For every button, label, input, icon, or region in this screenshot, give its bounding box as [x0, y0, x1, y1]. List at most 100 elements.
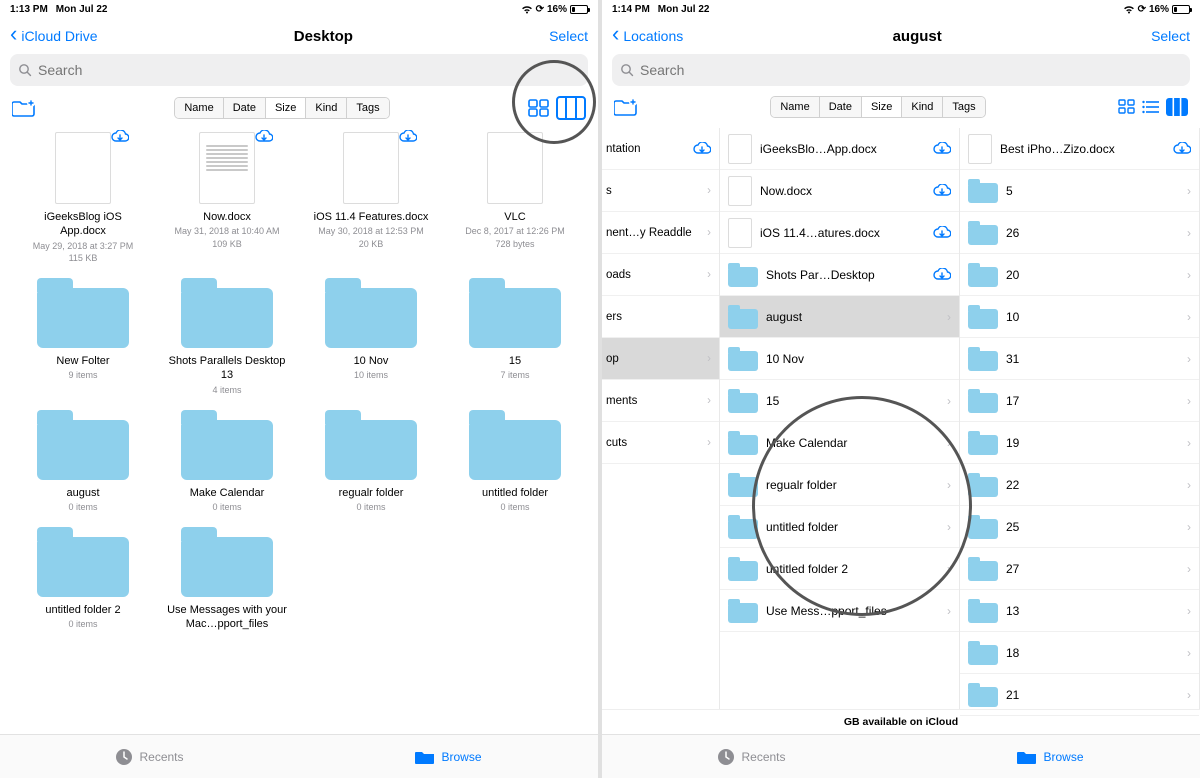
cloud-download-icon[interactable]	[933, 226, 951, 240]
folder-item[interactable]: New Folter9 items	[14, 274, 152, 395]
folder-icon	[728, 347, 758, 371]
grid-view-icon[interactable]	[1118, 99, 1136, 115]
folder-item[interactable]: Use Messages with your Mac…pport_files	[158, 523, 296, 632]
back-button[interactable]: iCloud Drive	[10, 28, 98, 44]
search-input[interactable]	[640, 62, 1182, 78]
new-folder-icon[interactable]	[614, 97, 638, 117]
folder-row[interactable]: 17›	[960, 380, 1199, 422]
select-button[interactable]: Select	[549, 28, 588, 44]
folder-row[interactable]: august›	[720, 296, 959, 338]
list-row[interactable]: s›	[602, 170, 719, 212]
cloud-download-icon[interactable]	[933, 184, 951, 198]
file-row[interactable]: Now.docx	[720, 170, 959, 212]
folder-row[interactable]: Make Calendar›	[720, 422, 959, 464]
sort-name[interactable]: Name	[175, 98, 223, 118]
folder-row[interactable]: 31›	[960, 338, 1199, 380]
folder-row[interactable]: untitled folder›	[720, 506, 959, 548]
file-row[interactable]: Best iPho…Zizo.docx	[960, 128, 1199, 170]
folder-icon	[968, 557, 998, 581]
folder-item[interactable]: 157 items	[446, 274, 584, 395]
cloud-download-icon[interactable]	[933, 268, 951, 282]
sort-name[interactable]: Name	[771, 97, 819, 117]
icon-view-icon[interactable]	[528, 99, 550, 117]
sort-tags[interactable]: Tags	[943, 97, 984, 117]
folder-item[interactable]: august0 items	[14, 406, 152, 513]
folder-row[interactable]: 5›	[960, 170, 1199, 212]
sort-size[interactable]: Size	[266, 98, 306, 118]
folder-item[interactable]: 10 Nov10 items	[302, 274, 440, 395]
folder-item[interactable]: Shots Parallels Desktop 134 items	[158, 274, 296, 395]
status-day: Mon Jul 22	[56, 4, 108, 15]
folder-row[interactable]: 27›	[960, 548, 1199, 590]
sort-size[interactable]: Size	[862, 97, 902, 117]
cloud-download-icon[interactable]	[111, 130, 129, 144]
folder-row[interactable]: 20›	[960, 254, 1199, 296]
cloud-download-icon[interactable]	[399, 130, 417, 144]
list-row[interactable]: ers	[602, 296, 719, 338]
folder-row[interactable]: Shots Par…Desktop	[720, 254, 959, 296]
list-row[interactable]: nent…y Readdle›	[602, 212, 719, 254]
folder-row[interactable]: Use Mess…pport_files›	[720, 590, 959, 632]
search-bar[interactable]	[612, 54, 1190, 86]
row-label: Now.docx	[760, 184, 925, 198]
folder-icon	[415, 749, 435, 765]
folder-icon	[728, 389, 758, 413]
list-row[interactable]: ntation	[602, 128, 719, 170]
recents-tab[interactable]: Recents	[602, 735, 901, 778]
sort-tags[interactable]: Tags	[347, 98, 388, 118]
cloud-download-icon[interactable]	[255, 130, 273, 144]
sort-date[interactable]: Date	[820, 97, 862, 117]
sort-date[interactable]: Date	[224, 98, 266, 118]
select-button[interactable]: Select	[1151, 28, 1190, 44]
file-item[interactable]: Now.docxMay 31, 2018 at 10:40 AM109 KB	[158, 130, 296, 264]
list-row[interactable]: cuts›	[602, 422, 719, 464]
file-item[interactable]: VLCDec 8, 2017 at 12:26 PM728 bytes	[446, 130, 584, 264]
browse-tab[interactable]: Browse	[299, 735, 598, 778]
column-view-icon[interactable]	[556, 96, 586, 120]
cloud-download-icon[interactable]	[1173, 142, 1191, 156]
file-row[interactable]: iOS 11.4…atures.docx	[720, 212, 959, 254]
file-item[interactable]: iOS 11.4 Features.docxMay 30, 2018 at 12…	[302, 130, 440, 264]
list-row[interactable]: op›	[602, 338, 719, 380]
list-view-icon[interactable]	[1142, 100, 1160, 114]
folder-icon	[728, 599, 758, 623]
folder-row[interactable]: 18›	[960, 632, 1199, 674]
search-input[interactable]	[38, 62, 580, 78]
toolbar: NameDateSizeKindTags	[0, 92, 598, 130]
folder-row[interactable]: regualr folder›	[720, 464, 959, 506]
folder-row[interactable]: 22›	[960, 464, 1199, 506]
row-label: s	[606, 185, 699, 197]
folder-row[interactable]: untitled folder 2›	[720, 548, 959, 590]
folder-row[interactable]: 10 Nov	[720, 338, 959, 380]
cloud-download-icon[interactable]	[933, 142, 951, 156]
folder-row[interactable]: 13›	[960, 590, 1199, 632]
folder-item[interactable]: Make Calendar0 items	[158, 406, 296, 513]
status-day: Mon Jul 22	[658, 4, 710, 15]
folder-item[interactable]: untitled folder 20 items	[14, 523, 152, 632]
file-item[interactable]: iGeeksBlog iOS App.docxMay 29, 2018 at 3…	[14, 130, 152, 264]
back-button[interactable]: Locations	[612, 28, 683, 44]
cloud-download-icon[interactable]	[693, 142, 711, 156]
folder-row[interactable]: 10›	[960, 296, 1199, 338]
column-view-icon[interactable]	[1166, 98, 1188, 116]
list-row[interactable]: oads›	[602, 254, 719, 296]
row-label: 19	[1006, 436, 1179, 450]
column-0: ntations›nent…y Readdle›oads›ersop›ments…	[602, 128, 720, 734]
browse-tab[interactable]: Browse	[901, 735, 1200, 778]
list-row[interactable]: ments›	[602, 380, 719, 422]
sort-kind[interactable]: Kind	[902, 97, 943, 117]
recents-tab[interactable]: Recents	[0, 735, 299, 778]
sort-kind[interactable]: Kind	[306, 98, 347, 118]
bottom-tab-bar: Recents Browse	[602, 734, 1200, 778]
chevron-right-icon: ›	[707, 269, 711, 281]
folder-row[interactable]: 21›	[960, 674, 1199, 716]
folder-item[interactable]: untitled folder0 items	[446, 406, 584, 513]
folder-row[interactable]: 19›	[960, 422, 1199, 464]
search-bar[interactable]	[10, 54, 588, 86]
file-row[interactable]: iGeeksBlo…App.docx	[720, 128, 959, 170]
folder-row[interactable]: 15›	[720, 380, 959, 422]
folder-item[interactable]: regualr folder0 items	[302, 406, 440, 513]
folder-row[interactable]: 26›	[960, 212, 1199, 254]
new-folder-icon[interactable]	[12, 98, 36, 118]
folder-row[interactable]: 25›	[960, 506, 1199, 548]
